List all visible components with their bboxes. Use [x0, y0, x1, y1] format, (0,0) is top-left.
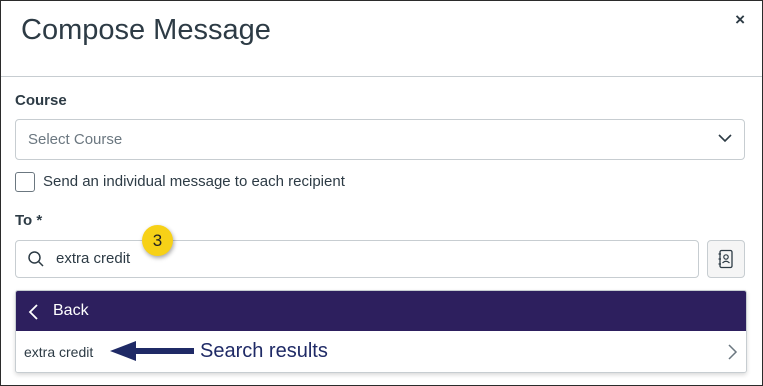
recipient-search-input[interactable]: extra credit: [15, 240, 699, 278]
course-label: Course: [15, 92, 67, 109]
chevron-left-icon: [27, 303, 41, 326]
course-select[interactable]: Select Course: [15, 119, 745, 160]
close-icon[interactable]: ×: [735, 10, 745, 30]
address-book-icon: [718, 249, 733, 269]
address-book-button[interactable]: [707, 240, 745, 278]
dropdown-back-row[interactable]: Back: [16, 291, 746, 331]
dialog-title: Compose Message: [21, 14, 271, 46]
back-label: Back: [53, 302, 89, 319]
chevron-down-icon: [716, 129, 734, 152]
individual-message-label: Send an individual message to each recip…: [43, 173, 345, 190]
step-badge: 3: [142, 225, 173, 256]
course-select-placeholder: Select Course: [28, 131, 123, 148]
result-label: extra credit: [24, 344, 94, 360]
individual-message-checkbox[interactable]: [15, 172, 35, 192]
recipient-search-value: extra credit: [56, 250, 131, 267]
annotation-label: Search results: [200, 340, 328, 362]
search-icon: [27, 250, 45, 273]
arrow-left-icon: [110, 341, 194, 361]
header-divider: [1, 76, 762, 77]
chevron-right-icon: [726, 343, 738, 366]
to-label: To *: [15, 212, 43, 229]
